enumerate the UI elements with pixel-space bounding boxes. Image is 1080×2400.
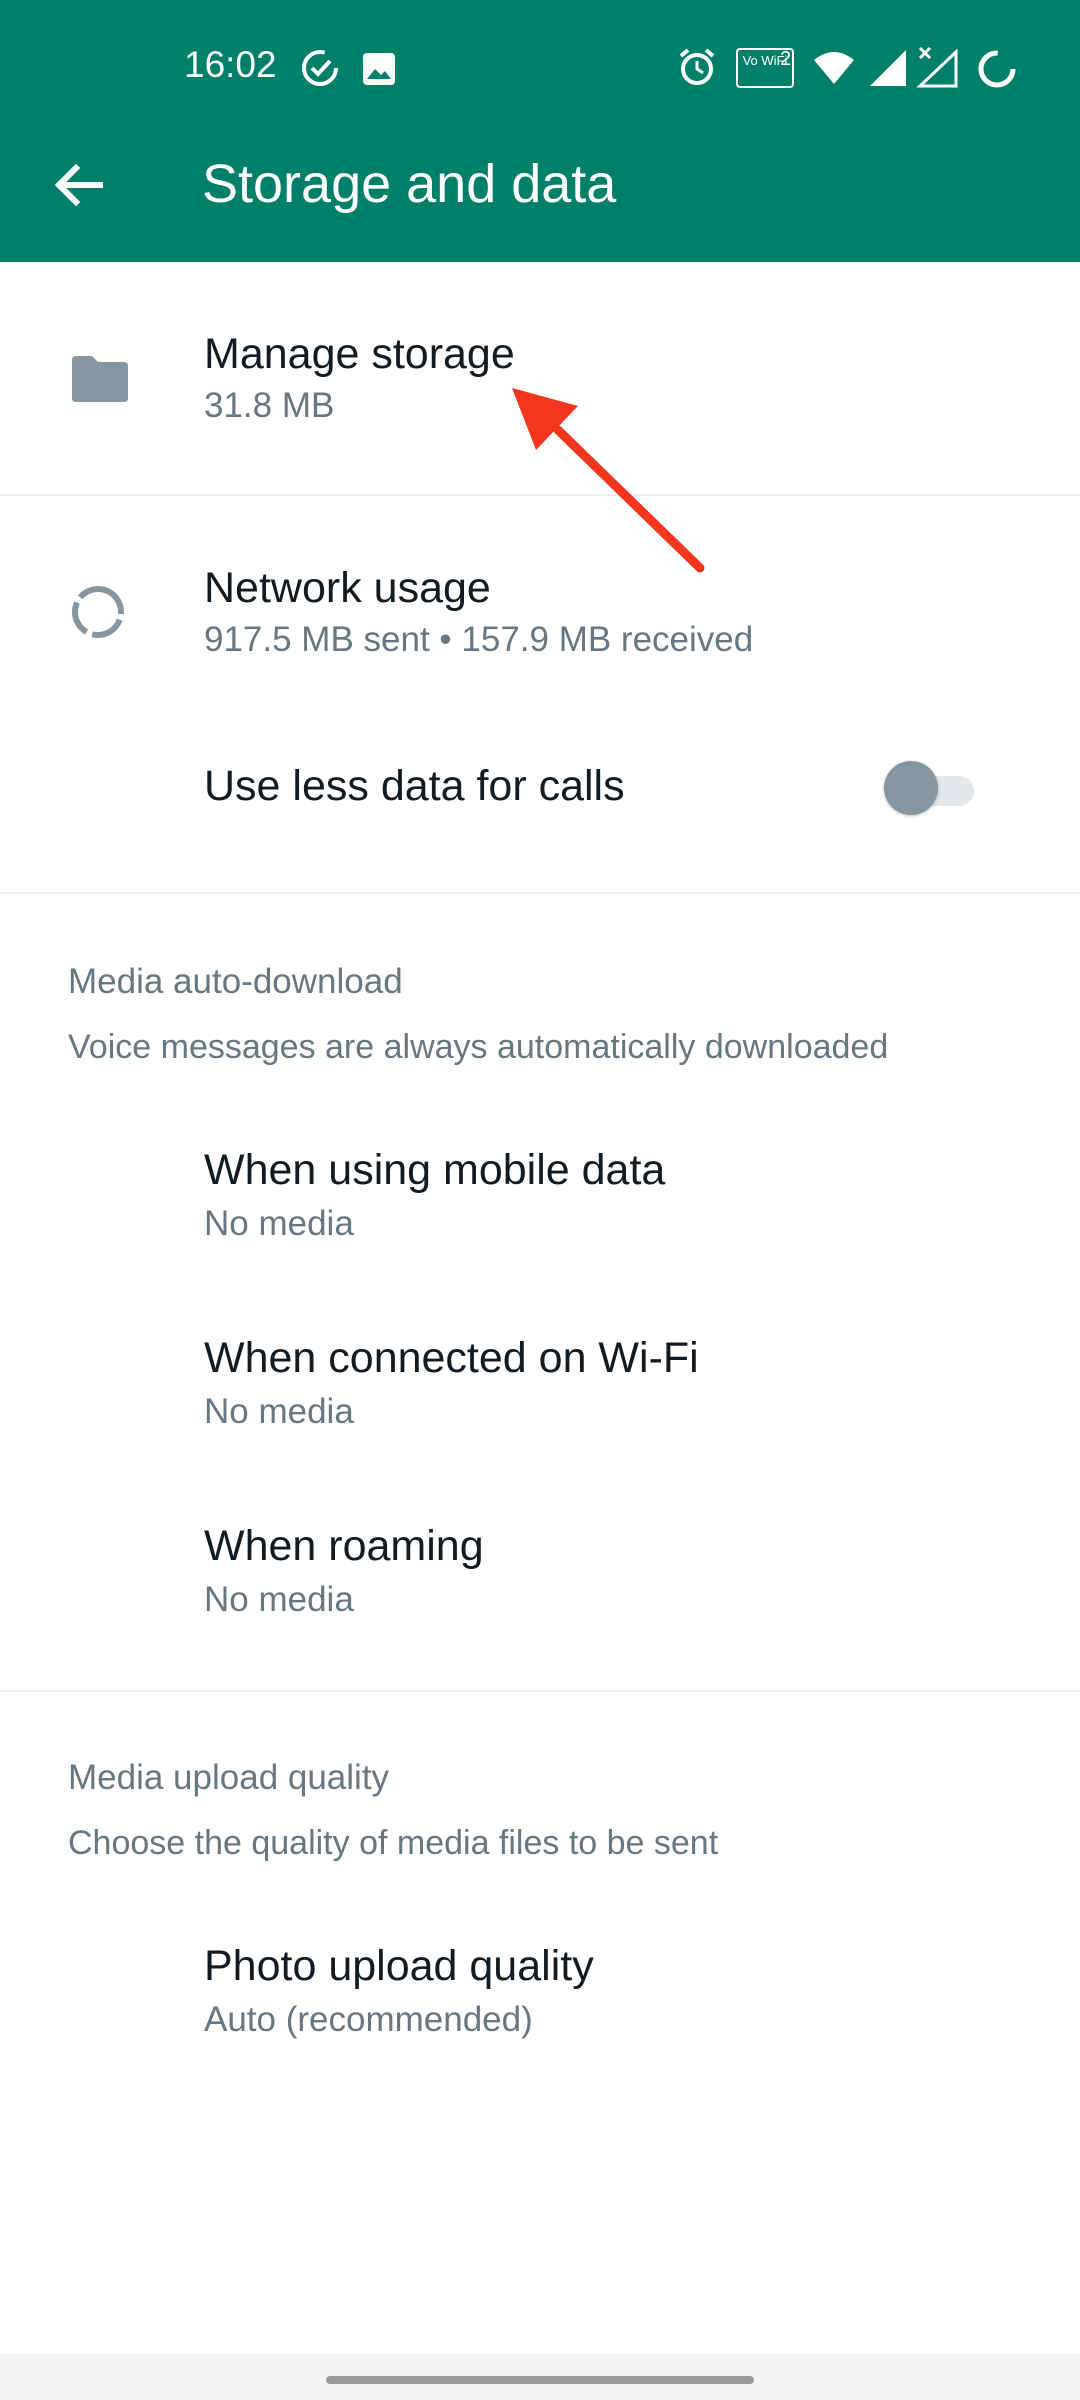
gesture-handle[interactable] xyxy=(326,2376,754,2384)
image-icon xyxy=(363,53,395,85)
media-upload-quality-description: Choose the quality of media files to be … xyxy=(68,1824,719,1862)
mobile-data-title: When using mobile data xyxy=(204,1146,666,1194)
wifi-value: No media xyxy=(204,1392,354,1431)
less-data-calls-toggle[interactable] xyxy=(884,758,980,818)
media-upload-quality-header: Media upload quality xyxy=(68,1758,390,1797)
roaming-value: No media xyxy=(204,1580,354,1619)
wifi-option[interactable]: When connected on Wi-Fi No media xyxy=(0,1296,1080,1480)
roaming-title: When roaming xyxy=(204,1522,484,1570)
divider xyxy=(0,1690,1080,1692)
network-usage-detail: 917.5 MB sent • 157.9 MB received xyxy=(204,620,754,659)
folder-icon xyxy=(72,356,128,402)
wifi-icon xyxy=(814,52,854,84)
signal-no-data-icon xyxy=(916,46,958,88)
media-auto-download-header: Media auto-download xyxy=(68,962,403,1001)
loading-ring-icon xyxy=(978,50,1016,88)
wifi-title: When connected on Wi-Fi xyxy=(204,1334,699,1382)
mobile-data-value: No media xyxy=(204,1204,354,1243)
data-usage-icon xyxy=(72,586,124,638)
arrow-left-icon[interactable] xyxy=(44,150,114,220)
page-title: Storage and data xyxy=(202,154,617,214)
media-auto-download-description: Voice messages are always automatically … xyxy=(68,1028,889,1066)
roaming-option[interactable]: When roaming No media xyxy=(0,1484,1080,1668)
signal-icon xyxy=(870,50,906,86)
less-data-calls-title: Use less data for calls xyxy=(204,762,625,810)
app-bar: 16:02 Vo WiFi 2 Storage and data xyxy=(0,0,1080,262)
photo-upload-quality-title: Photo upload quality xyxy=(204,1942,594,1990)
photo-upload-quality-item[interactable]: Photo upload quality Auto (recommended) xyxy=(0,1904,1080,2088)
check-circle-icon xyxy=(302,50,338,86)
toggle-thumb xyxy=(884,761,938,815)
manage-storage-title: Manage storage xyxy=(204,330,515,378)
status-time: 16:02 xyxy=(184,44,277,85)
manage-storage-size: 31.8 MB xyxy=(204,386,335,425)
network-usage-title: Network usage xyxy=(204,564,491,612)
vowifi-sub: 2 xyxy=(780,48,792,70)
divider xyxy=(0,892,1080,894)
mobile-data-option[interactable]: When using mobile data No media xyxy=(0,1108,1080,1292)
manage-storage-item[interactable]: Manage storage 31.8 MB xyxy=(0,262,1080,494)
alarm-icon xyxy=(679,48,715,85)
navigation-bar xyxy=(0,2354,1080,2400)
photo-upload-quality-value: Auto (recommended) xyxy=(204,2000,533,2039)
network-usage-item[interactable]: Network usage 917.5 MB sent • 157.9 MB r… xyxy=(0,496,1080,696)
